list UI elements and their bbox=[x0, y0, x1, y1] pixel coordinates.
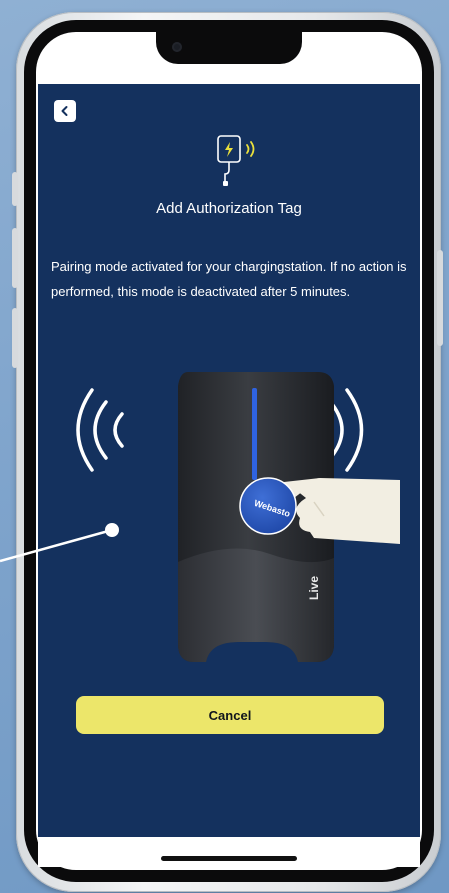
callout-pointer bbox=[0, 523, 119, 563]
